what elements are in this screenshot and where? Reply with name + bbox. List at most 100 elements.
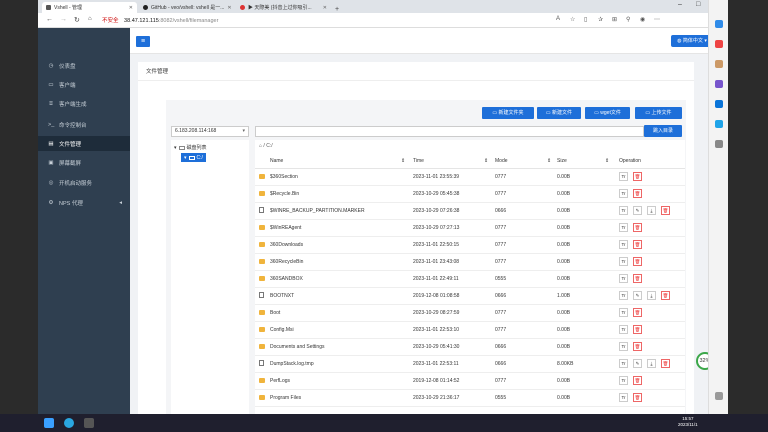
rename-icon[interactable]: Tr (619, 393, 628, 402)
path-input[interactable] (255, 126, 644, 137)
cell-name[interactable]: $WINRE_BACKUP_PARTITION.MARKER (270, 208, 365, 214)
rename-icon[interactable]: Tr (619, 240, 628, 249)
sidebar-item-client-gen[interactable]: ⌸ 客户端生成 (38, 96, 130, 111)
language-select-button[interactable]: ◍ 简体中文 ▾ (671, 35, 713, 47)
upload-button[interactable]: ▭ 上传文件 (635, 107, 682, 119)
rename-icon[interactable]: Tr (619, 325, 628, 334)
more-icon[interactable]: ⋯ (654, 16, 660, 23)
cell-name[interactable]: $WinREAgent (270, 225, 301, 231)
cell-name[interactable]: Documents and Settings (270, 344, 324, 350)
cell-name[interactable]: PerfLogs (270, 378, 290, 384)
sidebar-item-dashboard[interactable]: ◷ 仪表盘 (38, 58, 130, 73)
delete-icon[interactable]: 🗑 (633, 223, 642, 232)
delete-icon[interactable]: 🗑 (633, 274, 642, 283)
collections-icon[interactable]: ⊞ (612, 16, 617, 23)
sort-icon[interactable]: ⇕ (401, 158, 405, 164)
app-icon[interactable] (84, 418, 94, 428)
col-time[interactable]: Time (413, 158, 424, 164)
edge-icon[interactable] (64, 418, 74, 428)
goto-dir-button[interactable]: 跳入目录 (644, 125, 682, 137)
edit-icon[interactable]: ✎ (633, 206, 642, 215)
table-row[interactable]: DumpStack.log.tmp 2023-11-01 22:53:11 0666… (255, 356, 685, 373)
close-icon[interactable]: ✕ (323, 5, 327, 11)
rename-icon[interactable]: Tr (619, 257, 628, 266)
extensions-icon[interactable]: ⚲ (626, 16, 630, 23)
delete-icon[interactable]: 🗑 (633, 189, 642, 198)
download-icon[interactable]: ⤓ (647, 291, 656, 300)
table-row[interactable]: $Recycle.Bin 2023-10-29 05:45:38 0777 0.00B… (255, 186, 685, 203)
delete-icon[interactable]: 🗑 (633, 342, 642, 351)
tab-vshell[interactable]: Vshell - 管理 ✕ (42, 2, 137, 13)
tab-github[interactable]: GitHub - veo/vshell: vshell 是一... ✕ (139, 2, 234, 13)
forward-icon[interactable]: → (60, 16, 67, 23)
url-field[interactable]: 不安全 38.47.121.115:8082/vshell/filemanage… (102, 16, 218, 24)
edit-icon[interactable]: ✎ (633, 359, 642, 368)
sidebar-item-nps-proxy[interactable]: ⚙ NPS 代理 ◂ (38, 195, 130, 210)
office-icon[interactable] (715, 100, 723, 108)
delete-icon[interactable]: 🗑 (633, 172, 642, 181)
table-row[interactable]: PerfLogs 2019-12-08 01:14:52 0777 0.00B Tr 🗑 (255, 373, 685, 390)
new-file-button[interactable]: ▭ 新建文件 (537, 107, 581, 119)
sort-icon[interactable]: ⇕ (484, 158, 488, 164)
sidebar-item-file-manager[interactable]: ▤ 文件管理 (38, 136, 130, 151)
cell-name[interactable]: Config.Msi (270, 327, 294, 333)
delete-icon[interactable]: 🗑 (661, 206, 670, 215)
edit-icon[interactable]: ✎ (633, 291, 642, 300)
clock[interactable]: 15:57 2023/11/1 (678, 416, 698, 428)
cell-name[interactable]: 360RecycleBin (270, 259, 303, 265)
sort-icon[interactable]: ⇕ (547, 158, 551, 164)
sort-icon[interactable]: ⇕ (605, 158, 609, 164)
table-row[interactable]: Documents and Settings 2023-10-29 05:41:3… (255, 339, 685, 356)
back-icon[interactable]: ← (46, 16, 53, 23)
table-row[interactable]: 360RecycleBin 2023-11-01 23:43:08 0777 0.00… (255, 254, 685, 271)
rename-icon[interactable]: Tr (619, 376, 628, 385)
cell-name[interactable]: $Recycle.Bin (270, 191, 299, 197)
delete-icon[interactable]: 🗑 (633, 393, 642, 402)
start-icon[interactable] (44, 418, 54, 428)
maximize-icon[interactable]: □ (696, 1, 700, 8)
split-icon[interactable]: ▯ (584, 16, 587, 23)
reload-icon[interactable]: ↻ (74, 16, 80, 24)
close-icon[interactable]: ✕ (129, 5, 133, 11)
tree-node-c[interactable]: ▾ C:/ (181, 153, 206, 162)
rename-icon[interactable]: Tr (619, 223, 628, 232)
new-folder-button[interactable]: ▭ 新建文件夹 (482, 107, 534, 119)
table-row[interactable]: $WinREAgent 2023-10-29 07:27:13 0777 0.00B T… (255, 220, 685, 237)
rename-icon[interactable]: Tr (619, 342, 628, 351)
games-icon[interactable] (715, 80, 723, 88)
download-icon[interactable]: ⤓ (647, 206, 656, 215)
sidebar-item-startup[interactable]: ◎ 开机启动服务 (38, 175, 130, 190)
delete-icon[interactable]: 🗑 (633, 325, 642, 334)
rename-icon[interactable]: Tr (619, 359, 628, 368)
cell-name[interactable]: 360Downloads (270, 242, 303, 248)
gear-icon[interactable] (715, 392, 723, 400)
col-name[interactable]: Name (270, 158, 283, 164)
profile-icon[interactable]: ◉ (640, 16, 645, 23)
menu-toggle-button[interactable]: ≡ (136, 36, 150, 47)
minimize-icon[interactable]: – (678, 1, 682, 8)
read-aloud-icon[interactable]: A (556, 16, 560, 22)
cell-name[interactable]: $360Section (270, 174, 298, 180)
table-row[interactable]: $WINRE_BACKUP_PARTITION.MARKER 2023-10-29… (255, 203, 685, 220)
rename-icon[interactable]: Tr (619, 308, 628, 317)
rename-icon[interactable]: Tr (619, 274, 628, 283)
tab-media[interactable]: ▶ 天際美 (抖音上过你吸引... ✕ (236, 2, 331, 13)
col-size[interactable]: Size (557, 158, 567, 164)
table-row[interactable]: 360Downloads 2023-11-01 22:50:15 0777 0.00B… (255, 237, 685, 254)
delete-icon[interactable]: 🗑 (661, 359, 670, 368)
cell-name[interactable]: 360SANDBOX (270, 276, 303, 282)
table-row[interactable]: Program Files 2023-10-29 21:36:17 0555 0.00… (255, 390, 685, 407)
wget-button[interactable]: ▭ wget文件 (585, 107, 630, 119)
table-row[interactable]: Config.Msi 2023-11-01 22:53:10 0777 0.00B Tr… (255, 322, 685, 339)
cell-name[interactable]: Program Files (270, 395, 301, 401)
sidebar-item-screenshot[interactable]: ▣ 屏幕截屏 (38, 155, 130, 170)
star-icon[interactable]: ☆ (570, 16, 575, 23)
table-row[interactable]: Boot 2023-10-29 08:27:59 0777 0.00B Tr 🗑 (255, 305, 685, 322)
delete-icon[interactable]: 🗑 (633, 257, 642, 266)
tools-icon[interactable] (715, 60, 723, 68)
new-tab-button[interactable]: + (335, 6, 339, 13)
close-icon[interactable]: ✕ (227, 5, 231, 11)
search-icon[interactable] (715, 20, 723, 28)
delete-icon[interactable]: 🗑 (661, 291, 670, 300)
shopping-icon[interactable] (715, 40, 723, 48)
